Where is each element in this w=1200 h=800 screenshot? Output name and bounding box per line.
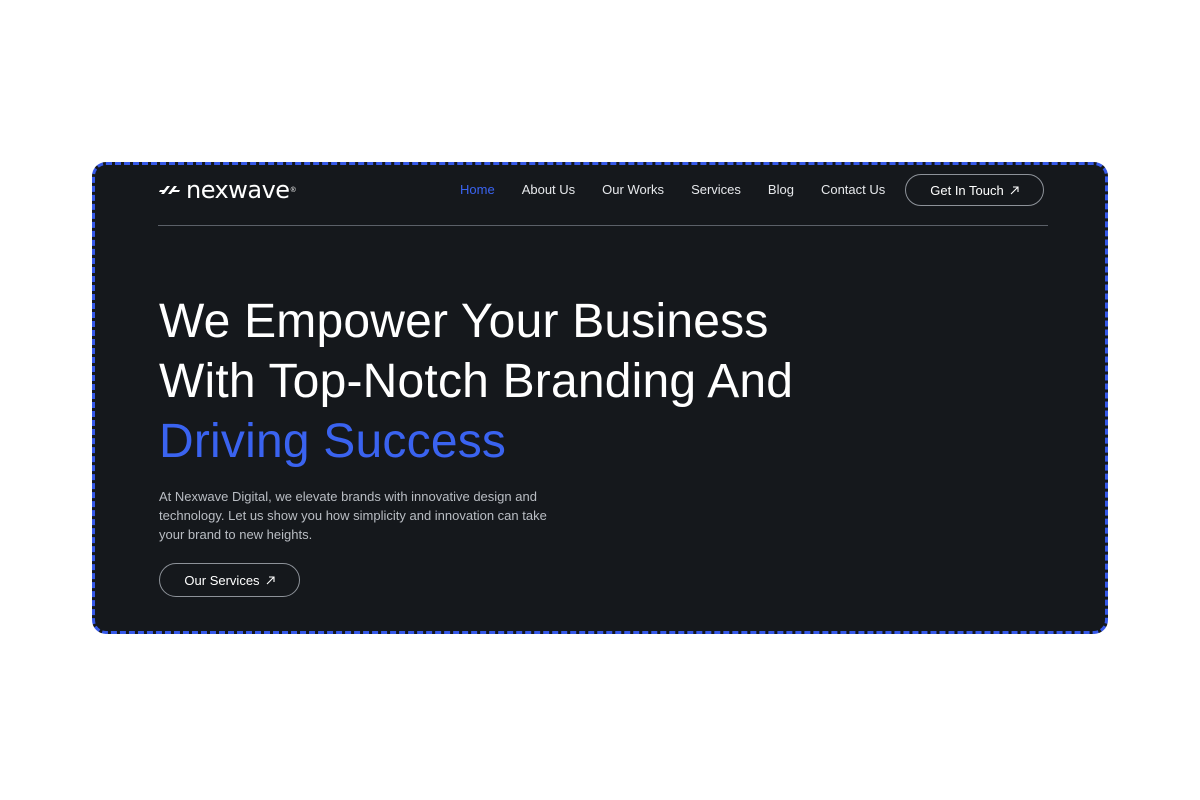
hero-description: At Nexwave Digital, we elevate brands wi… (159, 489, 547, 542)
nav-link-our-works[interactable]: Our Works (602, 182, 664, 197)
get-in-touch-button[interactable]: Get In Touch (905, 174, 1044, 206)
nexwave-logo-icon (159, 186, 180, 194)
brand-name: nexwave (186, 176, 290, 204)
hero-container: nexwave ® Home About Us Our Works Service… (158, 165, 1048, 631)
navbar: nexwave ® Home About Us Our Works Service… (158, 165, 1048, 226)
nav-link-blog[interactable]: Blog (768, 182, 794, 197)
arrow-up-right-icon (266, 575, 275, 585)
arrow-up-right-icon (1010, 185, 1019, 195)
brand-logo[interactable]: nexwave ® (159, 178, 296, 202)
nav-link-home[interactable]: Home (460, 182, 495, 197)
registered-mark: ® (290, 186, 296, 194)
hero-section-frame: nexwave ® Home About Us Our Works Service… (92, 162, 1108, 634)
our-services-button[interactable]: Our Services (159, 563, 300, 597)
get-in-touch-label: Get In Touch (930, 182, 1004, 198)
nav-link-about-us[interactable]: About Us (522, 182, 575, 197)
nav-link-contact-us[interactable]: Contact Us (821, 182, 885, 197)
hero-headline-accent: Driving Success (159, 415, 507, 468)
hero-headline-line1: We Empower Your Business (159, 295, 769, 348)
hero-headline-line2: With Top-Notch Branding And (159, 355, 794, 408)
nav-link-services[interactable]: Services (691, 182, 741, 197)
nav-menu: Home About Us Our Works Services Blog Co… (460, 182, 912, 197)
our-services-label: Our Services (184, 572, 260, 588)
hero-headline: We Empower Your Business With Top-Notch … (159, 292, 793, 472)
